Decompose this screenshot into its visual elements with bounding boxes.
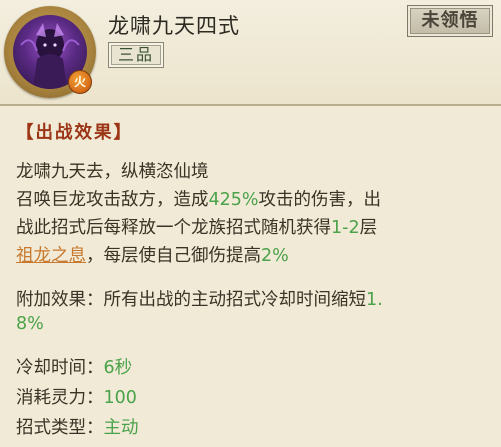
effect-text: 战此招式后每释放一个龙族招式随机获得 xyxy=(16,218,331,238)
extra-effect-line-cont: 8% xyxy=(16,314,44,334)
stack-range: 1-2 xyxy=(331,218,360,238)
extra-effect-text: 所有出战的主动招式冷却时间缩短 xyxy=(103,290,367,310)
cost-value: 100 xyxy=(103,388,137,408)
cost-row: 消耗灵力：100 xyxy=(16,384,137,409)
fire-element-icon: 火 xyxy=(68,70,92,94)
cooldown-reduction-value-b: 8% xyxy=(16,314,44,334)
skill-avatar: 火 xyxy=(4,6,96,98)
damage-reduction-percent: 2% xyxy=(261,246,289,266)
not-comprehended-button[interactable]: 未领悟 xyxy=(407,5,493,37)
ancestral-dragon-breath-link[interactable]: 祖龙之息 xyxy=(16,246,86,266)
skill-title: 龙啸九天四式 xyxy=(108,14,240,38)
effect-text: ，每层使自己御伤提高 xyxy=(86,246,261,266)
type-label: 招式类型： xyxy=(16,418,104,438)
extra-effect-line: 附加效果：所有出战的主动招式冷却时间缩短1. xyxy=(16,286,383,311)
effect-line-4: 祖龙之息，每层使自己御伤提高2% xyxy=(16,242,289,267)
type-value: 主动 xyxy=(103,418,139,438)
damage-percent: 425% xyxy=(208,190,259,210)
cost-label: 消耗灵力： xyxy=(16,388,104,408)
effect-text: 召唤巨龙攻击敌方，造成 xyxy=(16,190,209,210)
section-title-battle-effect: 【出战效果】 xyxy=(16,123,133,143)
cooldown-reduction-value-a: 1. xyxy=(366,290,383,310)
cooldown-value: 6秒 xyxy=(103,358,133,378)
type-row: 招式类型：主动 xyxy=(16,414,139,439)
grade-badge: 三品 xyxy=(108,42,164,68)
effect-line-3: 战此招式后每释放一个龙族招式随机获得1-2层 xyxy=(16,214,377,239)
cooldown-row: 冷却时间：6秒 xyxy=(16,354,132,379)
flavor-text: 龙啸九天去，纵横恣仙境 xyxy=(16,162,209,182)
extra-effect-label: 附加效果： xyxy=(16,290,104,310)
effect-text: 攻击的伤害，出 xyxy=(258,190,382,210)
effect-text: 层 xyxy=(359,218,378,238)
effect-line-2: 召唤巨龙攻击敌方，造成425%攻击的伤害，出 xyxy=(16,186,381,211)
cooldown-label: 冷却时间： xyxy=(16,358,104,378)
